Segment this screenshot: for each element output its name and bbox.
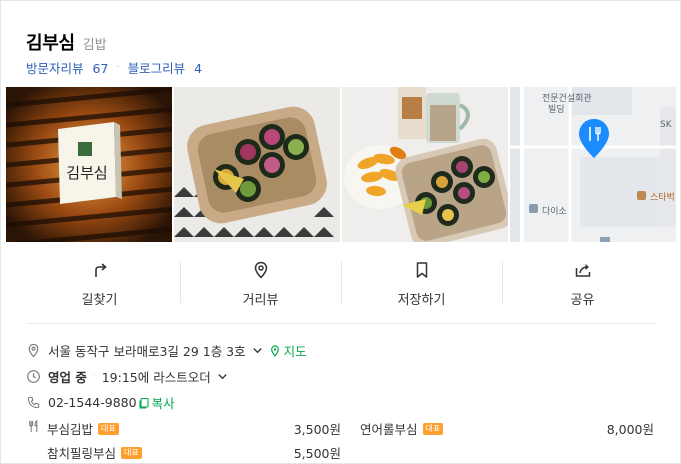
kimbap-box-photo[interactable] bbox=[174, 87, 340, 242]
share-label: 공유 bbox=[570, 293, 595, 308]
blog-reviews-count: 4 bbox=[194, 61, 203, 76]
copy-icon bbox=[139, 397, 149, 409]
menu-item-price: 5,500원 bbox=[293, 446, 341, 461]
hours-row: 영업 중 · 19:15에 라스트오더 bbox=[26, 367, 228, 386]
visitor-reviews-label: 방문자리뷰 bbox=[26, 61, 84, 76]
signature-badge: 대표 bbox=[121, 446, 142, 459]
separator-dot: · bbox=[92, 371, 96, 382]
last-order-text: 19:15에 라스트오더 bbox=[101, 370, 211, 385]
place-header: 김부심 김밥 bbox=[26, 29, 107, 55]
phone-number[interactable]: 02-1544-9880 bbox=[48, 395, 137, 410]
menu-item-name: 참치필링부심 bbox=[47, 446, 117, 461]
map-label-starbucks: 스타벅 bbox=[650, 192, 675, 203]
map-link-label: 지도 bbox=[283, 344, 307, 359]
directions-label: 길찾기 bbox=[81, 293, 118, 308]
signature-badge: 대표 bbox=[98, 422, 119, 435]
map-label-building-2: 빌딩 bbox=[548, 104, 565, 115]
map-label-daiso: 다이소 bbox=[542, 206, 567, 217]
chevron-down-icon[interactable] bbox=[217, 371, 228, 382]
bookmark-icon bbox=[416, 262, 427, 278]
place-name[interactable]: 김부심 bbox=[26, 29, 75, 55]
map-label-sk: SK bbox=[660, 120, 673, 130]
blog-reviews-link[interactable]: 블로그리뷰 4 bbox=[128, 58, 202, 77]
chevron-down-icon[interactable] bbox=[252, 345, 263, 356]
share-button[interactable]: 공유 bbox=[502, 251, 663, 317]
directions-arrow-icon bbox=[94, 263, 107, 277]
place-category: 김밥 bbox=[82, 38, 107, 53]
location-pin-icon bbox=[254, 261, 267, 279]
visitor-reviews-count: 67 bbox=[92, 61, 109, 76]
section-divider bbox=[26, 323, 656, 324]
map-link[interactable]: 지도 bbox=[269, 341, 307, 360]
street-view-button[interactable]: 거리뷰 bbox=[180, 251, 341, 317]
copy-label: 복사 bbox=[151, 396, 175, 411]
phone-icon bbox=[27, 396, 40, 409]
save-label: 저장하기 bbox=[397, 293, 446, 308]
location-map-thumbnail[interactable]: 전문건설회관 빌딩 다이소 SK 스타벅 bbox=[510, 87, 676, 242]
storefront-sign-photo[interactable]: 김부심 bbox=[6, 87, 172, 242]
utensils-icon bbox=[29, 420, 38, 433]
visitor-reviews-link[interactable]: 방문자리뷰 67 bbox=[26, 58, 108, 77]
sign-text: 김부심 bbox=[66, 164, 107, 182]
save-button[interactable]: 저장하기 bbox=[341, 251, 502, 317]
photo-strip: 김부심 전문건설회관 빌딩 다이소 SK 스타벅 bbox=[6, 87, 676, 242]
menu-item[interactable]: 부심김밥 대표 bbox=[47, 419, 119, 438]
share-icon bbox=[575, 264, 590, 277]
menu-item-price: 3,500원 bbox=[293, 422, 341, 437]
blog-reviews-label: 블로그리뷰 bbox=[127, 61, 186, 76]
address-row: 서울 동작구 보라매로3길 29 1층 3호 지도 bbox=[26, 341, 307, 360]
open-status: 영업 중 bbox=[48, 370, 87, 385]
menu-item[interactable]: 참치필링부심 대표 bbox=[47, 443, 142, 462]
signature-badge: 대표 bbox=[422, 422, 444, 435]
separator-dot: · bbox=[116, 62, 120, 73]
street-view-label: 거리뷰 bbox=[242, 293, 279, 308]
phone-row: 02-1544-9880 복사 bbox=[26, 393, 175, 412]
map-label-building-1: 전문건설회관 bbox=[542, 93, 592, 104]
menu-item-name: 연어롤부심 bbox=[360, 422, 418, 437]
menu-item-name: 부심김밥 bbox=[47, 422, 94, 437]
clock-icon bbox=[27, 370, 40, 383]
kimbap-mango-drink-photo[interactable] bbox=[342, 87, 508, 242]
copy-button[interactable]: 복사 bbox=[138, 393, 175, 412]
place-card: 김부심 김밥 방문자리뷰 67 · 블로그리뷰 4 김부심 전문건설회관 빌딩 … bbox=[0, 0, 681, 464]
menu-item-price: 8,000원 bbox=[606, 422, 654, 437]
review-summary: 방문자리뷰 67 · 블로그리뷰 4 bbox=[26, 58, 202, 77]
location-pin-icon bbox=[28, 343, 39, 358]
address-text: 서울 동작구 보라매로3길 29 1층 3호 bbox=[48, 344, 246, 359]
menu-item[interactable]: 연어롤부심 대표 bbox=[360, 419, 444, 438]
directions-button[interactable]: 길찾기 bbox=[19, 251, 180, 317]
map-pin-icon bbox=[270, 344, 279, 357]
action-bar: 길찾기 거리뷰 저장하기 공유 bbox=[19, 251, 663, 317]
